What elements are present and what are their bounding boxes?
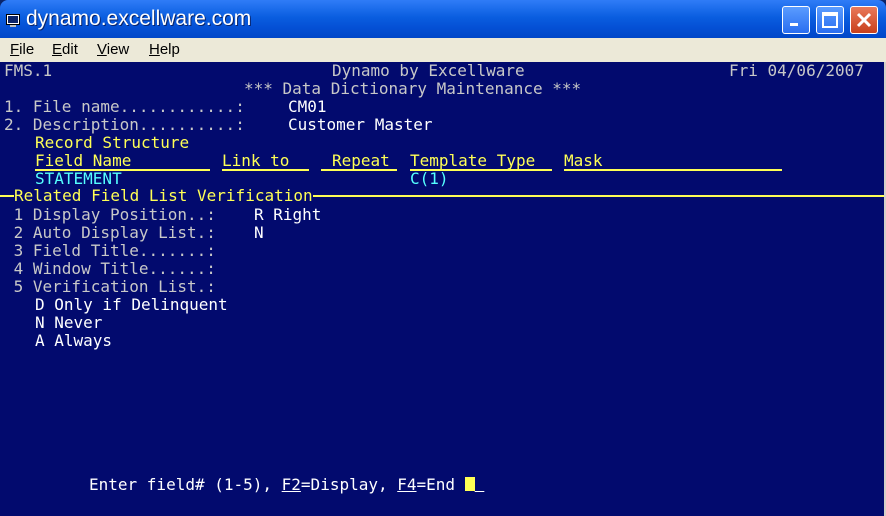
description-value[interactable]: Customer Master bbox=[288, 116, 433, 134]
f4-key[interactable]: F4 bbox=[397, 475, 416, 494]
display-position-value[interactable]: R Right bbox=[254, 206, 321, 224]
column-template-type: Template Type bbox=[410, 151, 536, 170]
app-window: dynamo.excellware.com File Edit View Hel… bbox=[0, 0, 886, 516]
maximize-button[interactable] bbox=[816, 6, 844, 34]
window-title-label: 4 Window Title......: bbox=[4, 259, 216, 278]
menu-help[interactable]: Help bbox=[149, 41, 180, 58]
field-title-label: 3 Field Title.......: bbox=[4, 241, 216, 260]
record-structure-heading: Record Structure bbox=[35, 133, 190, 152]
column-link-to: Link to bbox=[222, 151, 290, 170]
menu-file[interactable]: File bbox=[10, 41, 34, 58]
column-mask: Mask bbox=[564, 151, 603, 170]
column-field-name: Field Name bbox=[35, 151, 132, 170]
mask-underline bbox=[564, 169, 782, 171]
link-to-underline bbox=[222, 169, 309, 171]
f4-action: =End bbox=[416, 475, 465, 494]
repeat-underline bbox=[321, 169, 397, 171]
terminal-app-icon bbox=[6, 12, 20, 27]
maximize-icon bbox=[822, 12, 838, 28]
auto-display-list-value[interactable]: N bbox=[254, 224, 264, 242]
file-name-label: 1. File name............: bbox=[4, 97, 245, 116]
prompt-text: Enter field# (1-5), bbox=[89, 475, 282, 494]
program-id: FMS.1 bbox=[4, 61, 53, 80]
display-position-label: 1 Display Position..: bbox=[4, 205, 216, 224]
record-structure-column-headers: Field Name Link to Repeat Template Type … bbox=[0, 152, 884, 170]
minimize-button[interactable] bbox=[782, 6, 810, 34]
verification-option: N Never bbox=[35, 313, 103, 332]
verification-section-title: Related Field List Verification bbox=[2, 187, 313, 205]
file-name-value[interactable]: CM01 bbox=[288, 98, 327, 116]
command-prompt: Enter field# (1-5), F2=Display, F4=End bbox=[89, 476, 484, 494]
menu-view[interactable]: View bbox=[97, 41, 129, 58]
window-title: dynamo.excellware.com bbox=[26, 7, 252, 30]
close-button[interactable] bbox=[850, 6, 878, 34]
app-name: Dynamo by Excellware bbox=[332, 61, 525, 80]
title-bar[interactable]: dynamo.excellware.com bbox=[0, 0, 886, 38]
input-cursor[interactable] bbox=[464, 475, 485, 494]
minimize-icon bbox=[790, 23, 798, 26]
f2-action: =Display, bbox=[300, 475, 398, 494]
screen-date: Fri 04/06/2007 bbox=[729, 61, 864, 80]
verification-option: A Always bbox=[35, 331, 113, 350]
record-template-type[interactable]: C(1) bbox=[410, 170, 449, 188]
menu-edit[interactable]: Edit bbox=[52, 41, 78, 58]
description-label: 2. Description..........: bbox=[4, 115, 245, 134]
terminal-screen[interactable]: FMS.1 Dynamo by Excellware Fri 04/06/200… bbox=[0, 62, 886, 516]
f2-key[interactable]: F2 bbox=[282, 475, 301, 494]
column-repeat: Repeat bbox=[332, 151, 390, 170]
auto-display-list-label: 2 Auto Display List.: bbox=[4, 223, 216, 242]
verification-option: D Only if Delinquent bbox=[35, 295, 228, 314]
verification-list-label: 5 Verification List.: bbox=[4, 277, 216, 296]
close-icon bbox=[856, 12, 872, 28]
screen-subtitle: *** Data Dictionary Maintenance *** bbox=[244, 79, 582, 98]
menu-bar: File Edit View Help bbox=[0, 38, 886, 62]
